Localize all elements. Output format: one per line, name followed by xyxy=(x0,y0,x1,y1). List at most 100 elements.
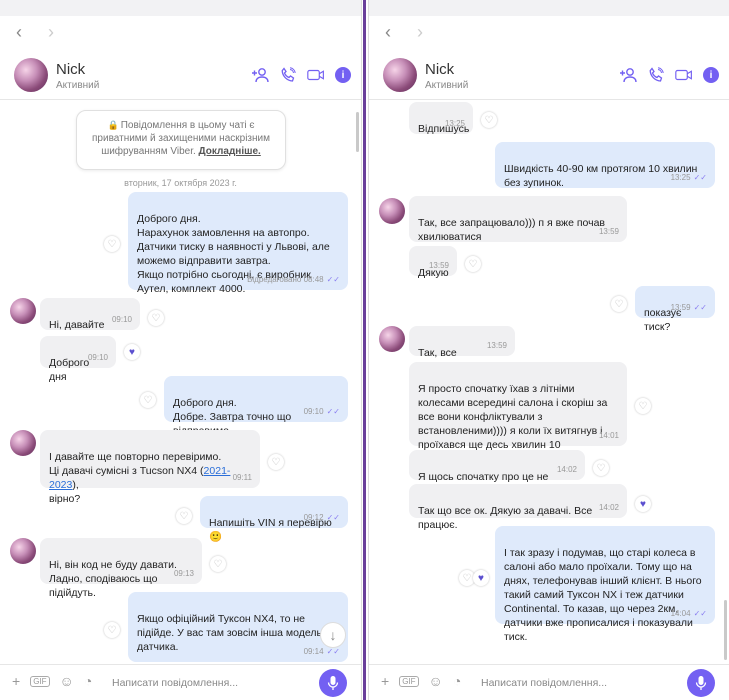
sender-avatar[interactable] xyxy=(379,326,405,352)
message-bubble-incoming[interactable]: Так що все ок. Дякую за давачі. Все прац… xyxy=(409,484,627,531)
like-icon[interactable]: ♡ xyxy=(268,454,284,470)
message-bubble-outgoing[interactable]: показує тиск? 13:59 ✓✓ xyxy=(635,286,715,333)
add-participant-icon[interactable] xyxy=(619,66,637,84)
like-icon[interactable]: ♡ xyxy=(611,296,627,312)
like-icon[interactable]: ♡ xyxy=(465,256,481,272)
video-call-icon[interactable] xyxy=(307,66,325,84)
like-icon[interactable]: ♡ xyxy=(635,398,651,414)
header-actions: i xyxy=(251,66,351,84)
message-text: І так зразу і подумав, що старі колеса в… xyxy=(504,547,702,643)
microphone-icon[interactable] xyxy=(319,669,347,697)
info-icon[interactable]: i xyxy=(335,67,351,83)
message-time: 14:04 ✓✓ xyxy=(670,609,707,618)
viber-screenshot: ‹ › Nick Активний i 🔒 Повідомлення в цьо… xyxy=(0,0,729,700)
plus-icon[interactable]: + xyxy=(381,673,389,689)
message-input-bar: + GIF ☺ ◔ Написати повідомлення... xyxy=(0,664,361,700)
scroll-down-icon[interactable]: ↓ xyxy=(320,622,346,648)
like-icon[interactable]: ♡ xyxy=(210,556,226,572)
message-bubble-incoming[interactable]: Відпишусь 13:25 xyxy=(409,102,473,135)
liked-heart-icon[interactable]: ♥ xyxy=(635,496,651,512)
like-icon[interactable]: ♡ xyxy=(593,460,609,476)
liked-heart-icon[interactable]: ♥ xyxy=(473,570,489,586)
message-bubble-incoming[interactable]: Я просто спочатку їхав з літніми колесам… xyxy=(409,362,627,465)
message-time: 14:02 xyxy=(598,503,619,512)
message-time: 14:01 xyxy=(598,431,619,440)
contact-name[interactable]: Nick xyxy=(425,61,454,78)
sender-avatar[interactable] xyxy=(10,298,36,324)
like-icon[interactable]: ♡ xyxy=(148,310,164,326)
like-icon[interactable]: ♡ xyxy=(104,236,120,252)
message-time: 13:59 xyxy=(598,227,619,236)
call-icon[interactable] xyxy=(279,66,297,84)
nav-arrows: ‹ › xyxy=(379,22,429,42)
plus-icon[interactable]: + xyxy=(12,673,20,689)
chat-pane-left: ‹ › Nick Активний i 🔒 Повідомлення в цьо… xyxy=(0,0,362,700)
scrollbar[interactable] xyxy=(724,600,727,660)
sticker-icon[interactable]: ☺ xyxy=(60,673,74,689)
scrollbar[interactable] xyxy=(356,112,359,152)
message-text: Швидкість 40-90 км протягом 10 хвилин бе… xyxy=(504,163,698,189)
contact-avatar[interactable] xyxy=(14,58,48,92)
contact-name[interactable]: Nick xyxy=(56,61,85,78)
like-icon[interactable]: ♡ xyxy=(481,112,497,128)
message-input[interactable]: Написати повідомлення... xyxy=(481,677,607,689)
message-bubble-incoming[interactable]: Дякую 13:59 xyxy=(409,246,457,279)
message-time: 09:11 xyxy=(232,473,252,482)
message-bubble-incoming[interactable]: Доброго дня 09:10 xyxy=(40,336,116,383)
message-time: 13:25 xyxy=(444,119,465,128)
message-bubble-outgoing[interactable]: Якщо офіційний Туксон NX4, то не підійде… xyxy=(128,592,348,681)
message-time: 13:59 xyxy=(428,261,449,270)
message-bubble-incoming[interactable]: І давайте ще повторно перевіримо. Ці дав… xyxy=(40,430,260,505)
sender-avatar[interactable] xyxy=(10,538,36,564)
sender-avatar[interactable] xyxy=(379,198,405,224)
message-bubble-incoming[interactable]: Ні, він код не буду давати. Ладно, споді… xyxy=(40,538,202,599)
read-ticks-icon: ✓✓ xyxy=(693,303,707,312)
read-ticks-icon: ✓✓ xyxy=(326,407,340,416)
message-bubble-incoming[interactable]: Ні, давайте завтра 09:10 xyxy=(40,298,140,345)
microphone-icon[interactable] xyxy=(687,669,715,697)
like-icon[interactable]: ♡ xyxy=(176,508,192,524)
info-icon[interactable]: i xyxy=(703,67,719,83)
sender-avatar[interactable] xyxy=(10,430,36,456)
call-icon[interactable] xyxy=(647,66,665,84)
forward-arrow-icon[interactable]: › xyxy=(42,22,60,42)
message-bubble-incoming[interactable]: Так, все запрацювало))) п я вже почав хв… xyxy=(409,196,627,243)
message-input[interactable]: Написати повідомлення... xyxy=(112,677,238,689)
window-top-strip xyxy=(369,0,729,16)
message-bubble-incoming[interactable]: Я щось спочатку про це не подумав 14:02 xyxy=(409,450,585,497)
nav-arrows: ‹ › xyxy=(10,22,60,42)
read-ticks-icon: ✓✓ xyxy=(693,173,707,182)
timer-icon[interactable]: ◔ xyxy=(453,673,461,689)
video-call-icon[interactable] xyxy=(675,66,693,84)
read-ticks-icon: ✓✓ xyxy=(326,275,340,284)
timer-icon[interactable]: ◔ xyxy=(84,673,92,689)
sticker-icon[interactable]: ☺ xyxy=(429,673,443,689)
message-time: 09:10 xyxy=(87,353,108,362)
message-bubble-outgoing[interactable]: Напишіть VIN я перевірю 🙂 09:12 ✓✓ xyxy=(200,496,348,543)
contact-avatar[interactable] xyxy=(383,58,417,92)
gif-icon[interactable]: GIF xyxy=(399,675,419,687)
message-bubble-outgoing[interactable]: Швидкість 40-90 км протягом 10 хвилин бе… xyxy=(495,142,715,189)
message-input-bar: + GIF ☺ ◔ Написати повідомлення... xyxy=(369,664,729,700)
window-top-strip xyxy=(0,0,361,16)
forward-arrow-icon[interactable]: › xyxy=(411,22,429,42)
like-icon[interactable]: ♡ xyxy=(104,622,120,638)
message-time: 09:12 ✓✓ xyxy=(303,513,340,522)
header-actions: i xyxy=(619,66,719,84)
message-text: І давайте ще повторно перевіримо. Ці дав… xyxy=(49,451,222,477)
add-participant-icon[interactable] xyxy=(251,66,269,84)
liked-heart-icon[interactable]: ♥ xyxy=(124,344,140,360)
like-icon[interactable]: ♡ xyxy=(140,392,156,408)
chat-header: Nick Активний i xyxy=(0,50,361,100)
back-arrow-icon[interactable]: ‹ xyxy=(379,22,397,42)
gif-icon[interactable]: GIF xyxy=(30,675,50,687)
contact-status: Активний xyxy=(425,80,469,91)
read-ticks-icon: ✓✓ xyxy=(326,513,340,522)
back-arrow-icon[interactable]: ‹ xyxy=(10,22,28,42)
message-bubble-outgoing[interactable]: Доброго дня. Нарахунок замовлення на авт… xyxy=(128,192,348,295)
message-time: 09:13 xyxy=(173,569,194,578)
message-bubble-incoming[interactable]: Так, все нормально 13:59 xyxy=(409,326,515,373)
message-bubble-outgoing[interactable]: Доброго дня. Добре. Завтра точно що відп… xyxy=(164,376,348,437)
message-bubble-outgoing[interactable]: І так зразу і подумав, що старі колеса в… xyxy=(495,526,715,643)
learn-more-link[interactable]: Докладніше. xyxy=(199,146,261,157)
